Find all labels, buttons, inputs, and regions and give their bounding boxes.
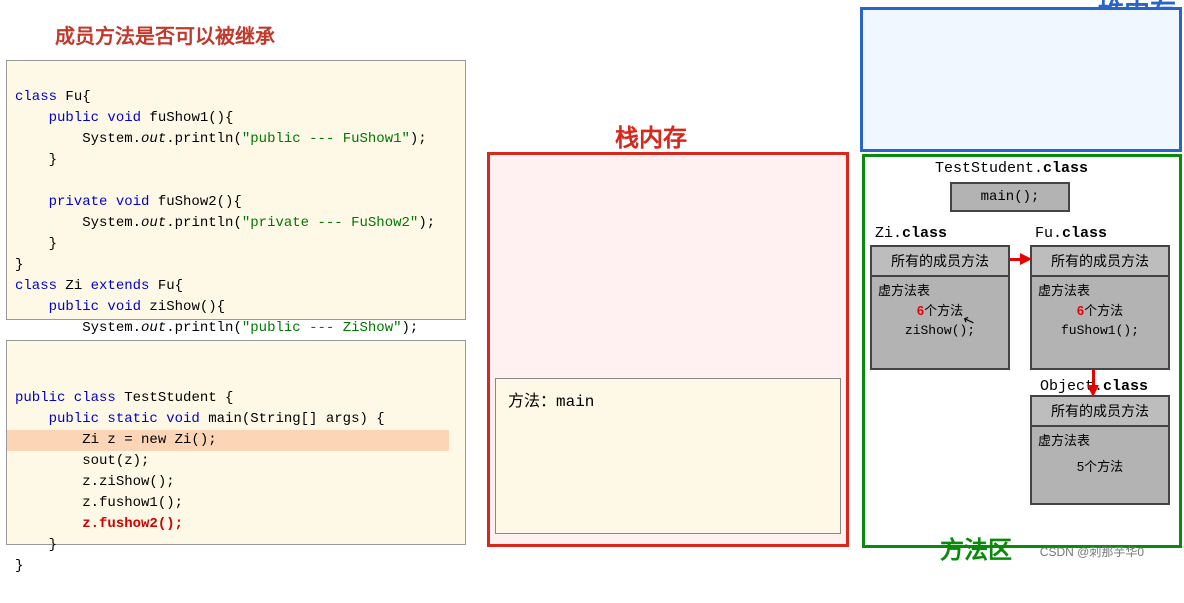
str: "public --- ZiShow" xyxy=(242,320,402,336)
field: out xyxy=(141,215,166,231)
arrow-head-icon xyxy=(1020,253,1032,265)
vtable-label: 虚方法表 xyxy=(1038,281,1162,301)
txt: 个方法 xyxy=(1084,303,1123,318)
stack-frame-main: 方法：main xyxy=(495,378,841,534)
txt: z.ziShow(); xyxy=(15,474,175,490)
method-area-label: 方法区 xyxy=(940,530,1012,565)
fu-box-header: 所有的成员方法 xyxy=(1032,247,1168,277)
teststudent-class-label: TestStudent.class xyxy=(935,160,1088,177)
txt: System. xyxy=(15,215,141,231)
heap-memory-box xyxy=(860,7,1182,152)
txt: Fu{ xyxy=(149,278,183,294)
kw: class xyxy=(15,278,57,294)
txt: } xyxy=(15,257,23,273)
kw: public void xyxy=(15,110,141,126)
object-method-count: 5个方法 xyxy=(1038,457,1162,477)
txt: z.fushow1(); xyxy=(15,495,183,511)
zi-class-label: Zi.class xyxy=(875,225,947,242)
txt: 个方法 xyxy=(924,303,963,318)
txt: ); xyxy=(418,215,435,231)
zi-box-body: 虚方法表 6个方法 ziShow(); xyxy=(872,277,1008,345)
txt: class xyxy=(1062,225,1107,242)
main-method-box: main(); xyxy=(950,182,1070,212)
txt: } xyxy=(15,537,57,553)
highlighted-line: Zi z = new Zi(); xyxy=(7,430,449,451)
txt: ziShow(){ xyxy=(141,299,225,315)
fu-method-count: 6个方法 xyxy=(1038,301,1162,321)
txt: System. xyxy=(15,320,141,336)
object-class-box: 所有的成员方法 虚方法表 5个方法 xyxy=(1030,395,1170,505)
txt: main(String[] args) { xyxy=(200,411,385,427)
zi-method-count: 6个方法 xyxy=(878,301,1002,321)
txt: Fu. xyxy=(1035,225,1062,242)
txt: Zi. xyxy=(875,225,902,242)
vtable-label: 虚方法表 xyxy=(1038,431,1162,451)
txt: fuShow2(){ xyxy=(149,194,241,210)
field: out xyxy=(141,320,166,336)
txt: ); xyxy=(402,320,419,336)
object-box-body: 虚方法表 5个方法 xyxy=(1032,427,1168,481)
txt: .println( xyxy=(166,131,242,147)
zi-method-name: ziShow(); xyxy=(878,321,1002,341)
txt: } xyxy=(15,152,57,168)
kw: public static void xyxy=(15,411,200,427)
object-box-header: 所有的成员方法 xyxy=(1032,397,1168,427)
code-block-main: public class TestStudent { public static… xyxy=(6,340,466,545)
fu-method-name: fuShow1(); xyxy=(1038,321,1162,341)
fu-class-label: Fu.class xyxy=(1035,225,1107,242)
field: out xyxy=(141,131,166,147)
txt: .println( xyxy=(166,215,242,231)
txt: class xyxy=(1043,160,1088,177)
zi-class-box: 所有的成员方法 虚方法表 6个方法 ziShow(); xyxy=(870,245,1010,370)
str: "private --- FuShow2" xyxy=(242,215,418,231)
str: "public --- FuShow1" xyxy=(242,131,410,147)
zi-box-header: 所有的成员方法 xyxy=(872,247,1008,277)
watermark: CSDN @刺那芋华0 xyxy=(1040,543,1144,560)
txt: sout(z); xyxy=(15,453,149,469)
txt: } xyxy=(15,558,23,574)
txt: .println( xyxy=(166,320,242,336)
txt: class xyxy=(1103,378,1148,395)
txt: } xyxy=(15,236,57,252)
txt: TestStudent. xyxy=(935,160,1043,177)
diagram-title: 成员方法是否可以被继承 xyxy=(55,20,275,49)
stack-memory-label: 栈内存 xyxy=(615,118,687,153)
error-line: z.fushow2(); xyxy=(15,516,183,532)
fu-box-body: 虚方法表 6个方法 fuShow1(); xyxy=(1032,277,1168,345)
kw: extends xyxy=(91,278,150,294)
txt: class xyxy=(902,225,947,242)
arrow-head-icon xyxy=(1087,385,1099,397)
txt: System. xyxy=(15,131,141,147)
kw: private void xyxy=(15,194,149,210)
txt: ); xyxy=(410,131,427,147)
vtable-label: 虚方法表 xyxy=(878,281,1002,301)
txt: Fu{ xyxy=(57,89,91,105)
kw: class xyxy=(15,89,57,105)
txt: fuShow1(){ xyxy=(141,110,233,126)
kw: public class xyxy=(15,390,116,406)
txt: TestStudent { xyxy=(116,390,234,406)
fu-class-box: 所有的成员方法 虚方法表 6个方法 fuShow1(); xyxy=(1030,245,1170,370)
txt: Zi xyxy=(57,278,91,294)
code-block-classes: class Fu{ public void fuShow1(){ System.… xyxy=(6,60,466,320)
kw: public void xyxy=(15,299,141,315)
